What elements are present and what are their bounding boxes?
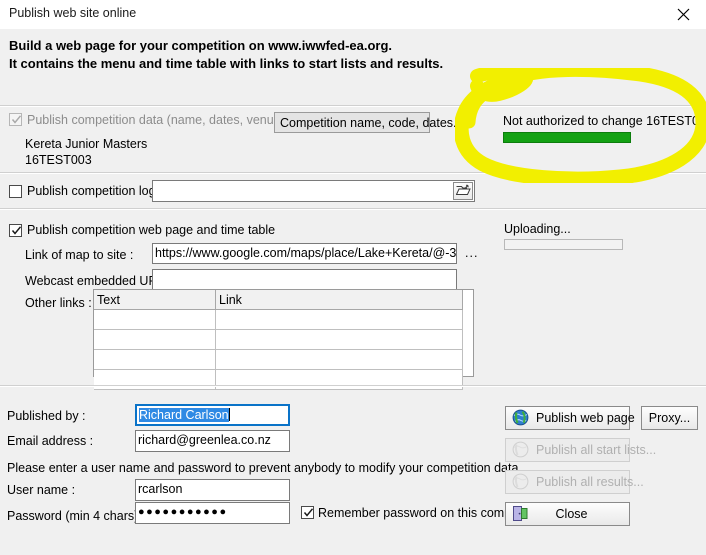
competition-details-button[interactable]: Competition name, code, dates.. [274,112,460,133]
published-by-label: Published by : [7,409,86,423]
email-address-input[interactable]: richard@greenlea.co.nz [135,430,290,452]
globe-icon [512,409,530,427]
cell-text[interactable] [94,349,216,370]
remember-password-label: Remember password on this computer [318,506,533,520]
title-bar: Publish web site online [0,0,706,30]
globe-icon [512,441,530,459]
logo-browse-button[interactable] [453,182,473,200]
publish-competition-data-label: Publish competition data (name, dates, v… [27,113,296,127]
published-by-input[interactable]: Richard Carlson [135,404,290,426]
open-folder-icon [455,183,471,199]
other-links-table: Text Link [94,290,463,390]
divider-4 [0,385,706,387]
publish-web-page-label: Publish competition web page and time ta… [27,223,276,237]
map-link-more-button[interactable]: ... [465,246,478,260]
map-link-label: Link of map to site : [25,248,134,262]
checkmark-icon [11,225,22,236]
other-links-label: Other links : [25,296,92,310]
competition-details-button-label: Competition name, code, dates.. [280,115,460,130]
publish-all-start-lists-button-label: Publish all start lists... [536,443,657,457]
table-row[interactable] [94,349,463,370]
credentials-hint: Please enter a user name and password to… [7,461,519,475]
globe-icon [512,473,530,491]
publish-all-start-lists-button[interactable]: Publish all start lists... [505,438,656,462]
password-input[interactable]: ●●●●●●●●●●● [135,502,290,524]
checkmark-icon [303,507,314,518]
table-row[interactable] [94,309,463,330]
map-link-input[interactable]: https://www.google.com/maps/place/Lake+K… [152,243,457,264]
table-row[interactable] [94,329,463,350]
webcast-url-label: Webcast embedded URL : [25,274,171,288]
exit-door-icon [512,505,530,523]
window-title: Publish web site online [9,6,137,20]
upload-progress-bar [504,239,623,250]
close-button-label: Close [555,507,588,521]
competition-name: Kereta Junior Masters [25,137,148,151]
column-header-link[interactable]: Link [215,290,463,310]
header-line-1: Build a web page for your competition on… [9,38,393,53]
close-icon [677,8,690,21]
cell-link[interactable] [215,329,463,350]
table-header-row: Text Link [94,290,463,310]
other-links-grid[interactable]: Text Link [93,289,474,390]
header-description: Build a web page for your competition on… [0,29,706,105]
status-progress-bar [503,132,631,143]
remember-password-checkbox[interactable] [301,506,314,519]
cell-text[interactable] [94,309,216,330]
publish-all-results-button[interactable]: Publish all results... [505,470,644,494]
publish-web-page-button-label: Publish web page [536,411,635,425]
published-by-value: Richard Carlson [139,408,229,422]
cell-link[interactable] [215,349,463,370]
publish-competition-data-checkbox[interactable] [9,113,22,126]
webcast-url-input[interactable] [152,269,457,290]
email-address-label: Email address : [7,434,94,448]
window-close-button[interactable] [660,0,706,29]
header-line-2: It contains the menu and time table with… [9,56,444,71]
divider-1 [0,105,706,107]
column-header-text[interactable]: Text [94,290,216,310]
publish-competition-logo-label: Publish competition logo : [27,184,170,198]
divider-3 [0,208,706,210]
publish-web-page-button[interactable]: Publish web page [505,406,635,430]
divider-2 [0,172,706,174]
publish-web-page-checkbox[interactable] [9,224,22,237]
publish-web-site-dialog: Publish web site online Build a web page… [0,0,706,555]
user-name-label: User name : [7,483,76,497]
publish-competition-logo-checkbox[interactable] [9,185,22,198]
status-message: Not authorized to change 16TEST003. [503,114,706,128]
user-name-input[interactable]: rcarlson [135,479,290,501]
cell-link[interactable] [215,309,463,330]
proxy-button-label: Proxy... [648,411,691,425]
text-caret [228,408,230,421]
logo-path-input[interactable] [152,180,475,202]
password-label: Password (min 4 chars) : [7,509,146,523]
publish-all-results-button-label: Publish all results... [536,475,644,489]
checkmark-icon [11,114,22,125]
proxy-button[interactable]: Proxy... [641,406,698,430]
upload-status-label: Uploading... [504,222,571,236]
cell-text[interactable] [94,329,216,350]
competition-code: 16TEST003 [25,153,92,167]
close-button[interactable]: Close [505,502,630,526]
